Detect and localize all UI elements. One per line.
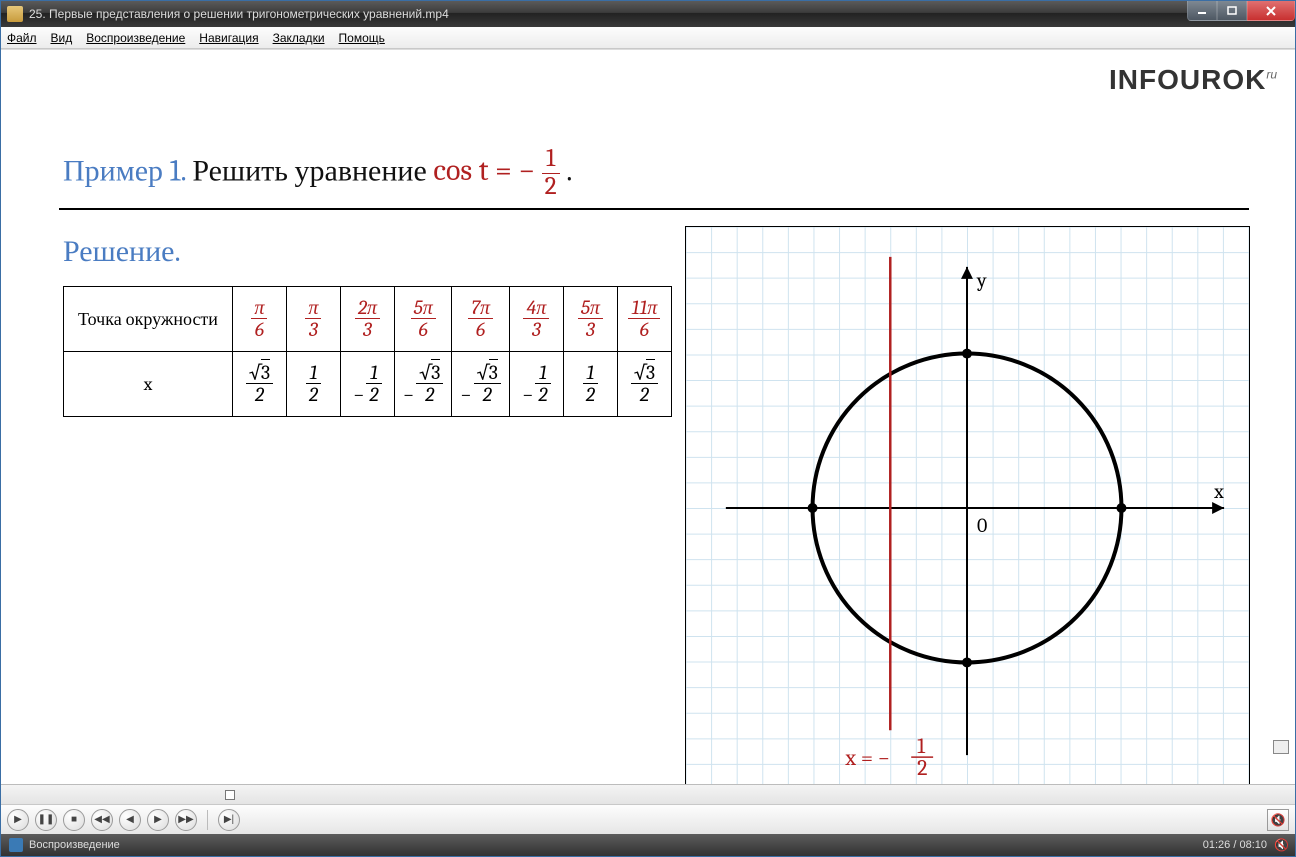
equation-text: cos t = − 12 [433,153,559,188]
maximize-button[interactable] [1217,1,1247,21]
unit-circle-graph: y x 0 x = − 1 2 [685,226,1250,784]
minimize-button[interactable] [1187,1,1217,21]
value-cell: −12 [509,352,563,417]
value-cell: −12 [340,352,394,417]
trig-values-table: Точка окружности π6π32π35π67π64π35π311π6… [63,286,672,417]
example-heading: Пример 1. Решить уравнение cos t = − 12 … [63,146,572,201]
angle-cell: 5π6 [394,287,451,352]
stop-button[interactable]: ■ [63,809,85,831]
value-cell: 12 [286,352,340,417]
seek-thumb[interactable] [225,790,235,800]
forward-button[interactable]: ▶ [147,809,169,831]
brand-logo: INFOUROKru [1109,64,1277,96]
row1-head: Точка окружности [64,287,233,352]
play-button[interactable]: ▶ [7,809,29,831]
menu-help[interactable]: Помощь [339,31,385,45]
svg-text:2: 2 [917,756,927,781]
video-frame[interactable]: INFOUROKru Пример 1. Решить уравнение co… [1,49,1295,784]
seek-bar[interactable] [1,784,1295,804]
angle-cell: π6 [232,287,286,352]
menu-view[interactable]: Вид [51,31,73,45]
app-icon [7,6,23,22]
angle-cell: 4π3 [509,287,563,352]
titlebar[interactable]: 25. Первые представления о решении триго… [1,1,1295,27]
control-bar: ▶ ❚❚ ■ ◀◀ ◀ ▶ ▶▶ ▶| 🔇 [1,804,1295,834]
next-button[interactable]: ▶▶ [175,809,197,831]
prev-button[interactable]: ◀◀ [91,809,113,831]
value-cell: 32 [617,352,671,417]
value-cell: 32 [232,352,286,417]
x-axis-label: x [1213,480,1224,503]
rewind-button[interactable]: ◀ [119,809,141,831]
status-text: Воспроизведение [29,839,120,851]
separator [207,810,208,830]
value-cell: −32 [452,352,509,417]
divider [59,208,1249,210]
menubar: Файл Вид Воспроизведение Навигация Закла… [1,27,1295,49]
menu-nav[interactable]: Навигация [199,31,258,45]
pause-button[interactable]: ❚❚ [35,809,57,831]
menu-play[interactable]: Воспроизведение [86,31,185,45]
angle-cell: 11π6 [617,287,671,352]
angle-cell: π3 [286,287,340,352]
mute-icon[interactable]: 🔇 [1274,838,1289,852]
y-axis-label: y [976,269,987,292]
window-controls [1187,1,1295,21]
app-window: 25. Первые представления о решении триго… [0,0,1296,857]
angle-cell: 7π6 [452,287,509,352]
example-number: Пример 1. [63,153,186,188]
svg-text:x = −: x = − [844,746,890,771]
angle-cell: 5π3 [563,287,617,352]
time-display: 01:26 / 08:10 [1203,839,1267,851]
window-title: 25. Первые представления о решении триго… [29,7,449,21]
fullscreen-toggle[interactable] [1273,740,1289,754]
menu-bookmarks[interactable]: Закладки [273,31,325,45]
value-cell: −32 [394,352,451,417]
table-row: Точка окружности π6π32π35π67π64π35π311π6 [64,287,672,352]
status-bar: Воспроизведение 01:26 / 08:10 🔇 [1,834,1295,856]
table-row: x 3212−12−32−32−121232 [64,352,672,417]
volume-button[interactable]: 🔇 [1267,809,1289,831]
line-equation-label: x = − 1 2 [844,734,933,781]
solution-label: Решение. [63,234,181,269]
value-cell: 12 [563,352,617,417]
menu-file[interactable]: Файл [7,31,37,45]
origin-label: 0 [977,514,987,537]
close-button[interactable] [1247,1,1295,21]
row2-head: x [64,352,233,417]
angle-cell: 2π3 [340,287,394,352]
status-icon [9,838,23,852]
step-button[interactable]: ▶| [218,809,240,831]
